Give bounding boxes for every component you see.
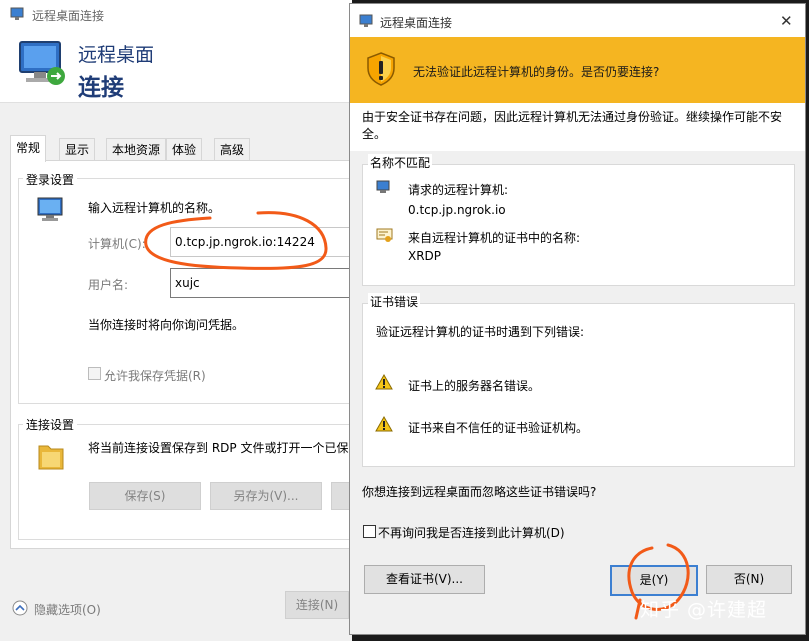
rdp-title-bar: 远程桌面连接 <box>0 0 352 28</box>
cert-error-2: 证书来自不信任的证书验证机构。 <box>408 421 589 435</box>
ignore-question: 你想连接到远程桌面而忽略这些证书错误吗? <box>362 485 597 499</box>
dialog-app-icon <box>359 14 373 27</box>
rdp-header-line1: 远程桌面 <box>78 44 155 66</box>
dialog-description: 由于安全证书存在问题，因此远程计算机无法通过身份验证。继续操作可能不安全。 <box>362 110 783 141</box>
cert-error-1: 证书上的服务器名错误。 <box>408 379 541 393</box>
login-settings-title: 登录设置 <box>23 171 78 188</box>
requested-label: 请求的远程计算机: <box>408 183 509 197</box>
cert-name-value: XRDP <box>408 249 442 263</box>
computer-label: 计算机(C): <box>88 237 146 251</box>
dont-ask-checkbox[interactable] <box>363 525 376 538</box>
connection-description: 将当前连接设置保存到 RDP 文件或打开一个已保 <box>88 441 349 455</box>
save-button[interactable]: 保存(S) <box>89 482 201 510</box>
remote-computer-icon <box>376 180 390 193</box>
computer-input[interactable]: 0.tcp.jp.ngrok.io:14224 <box>170 227 356 257</box>
collapse-arrow-icon[interactable] <box>12 600 28 616</box>
rdp-header-line2: 连接 <box>78 75 124 101</box>
security-shield-icon <box>367 52 395 86</box>
tab-display[interactable]: 显示 <box>59 138 96 161</box>
rdp-app-icon <box>10 7 24 20</box>
tab-advanced[interactable]: 高级 <box>214 138 251 161</box>
yes-button[interactable]: 是(Y) <box>610 565 698 596</box>
folder-icon <box>38 445 64 470</box>
username-label: 用户名: <box>88 278 129 292</box>
close-icon[interactable]: ✕ <box>780 12 793 30</box>
certificate-warning-dialog: 远程桌面连接 ✕ 无法验证此远程计算机的身份。是否仍要连接? 由于安全证书存在问… <box>349 3 806 635</box>
computer-icon <box>37 197 63 221</box>
login-prompt: 输入远程计算机的名称。 <box>88 201 221 215</box>
remote-desktop-logo-icon <box>19 41 65 85</box>
description-area: 由于安全证书存在问题，因此远程计算机无法通过身份验证。继续操作可能不安全。 <box>350 103 805 151</box>
cert-errors-title: 证书错误 <box>368 293 421 310</box>
warning-banner: 无法验证此远程计算机的身份。是否仍要连接? <box>350 37 805 103</box>
warning-icon <box>375 416 393 432</box>
credential-note: 当你连接时将向你询问凭据。 <box>88 318 245 332</box>
certificate-icon <box>376 228 393 242</box>
tab-general[interactable]: 常规 <box>10 135 47 162</box>
dialog-title-text: 远程桌面连接 <box>380 16 453 30</box>
tab-experience[interactable]: 体验 <box>166 138 203 161</box>
save-credentials-checkbox[interactable] <box>88 367 101 380</box>
dont-ask-label: 不再询问我是否连接到此计算机(D) <box>378 526 565 540</box>
rdp-title-text: 远程桌面连接 <box>32 9 105 23</box>
cert-name-label: 来自远程计算机的证书中的名称: <box>408 231 581 245</box>
connection-settings-title: 连接设置 <box>23 416 78 433</box>
rdp-header: 远程桌面 连接 <box>0 28 352 103</box>
connect-button[interactable]: 连接(N) <box>285 591 349 619</box>
save-credentials-label: 允许我保存凭据(R) <box>104 369 206 383</box>
hide-options-link[interactable]: 隐藏选项(O) <box>34 601 101 618</box>
rdp-client-window: 远程桌面连接 远程桌面 连接 常规 显示 本地资源 体验 高级 登录设置 输入远… <box>0 0 356 641</box>
dialog-title-bar: 远程桌面连接 ✕ <box>350 4 805 37</box>
save-as-button[interactable]: 另存为(V)... <box>210 482 322 510</box>
warning-icon <box>375 374 393 390</box>
no-button[interactable]: 否(N) <box>706 565 792 594</box>
banner-text: 无法验证此远程计算机的身份。是否仍要连接? <box>413 65 660 79</box>
username-input[interactable]: xujc <box>170 268 356 298</box>
cert-errors-intro: 验证远程计算机的证书时遇到下列错误: <box>376 325 585 339</box>
view-certificate-button[interactable]: 查看证书(V)... <box>364 565 485 594</box>
requested-value: 0.tcp.jp.ngrok.io <box>408 203 506 217</box>
name-mismatch-title: 名称不匹配 <box>368 154 433 171</box>
tab-local-resources[interactable]: 本地资源 <box>106 138 167 161</box>
watermark: 知乎 @许建超 <box>640 599 768 621</box>
